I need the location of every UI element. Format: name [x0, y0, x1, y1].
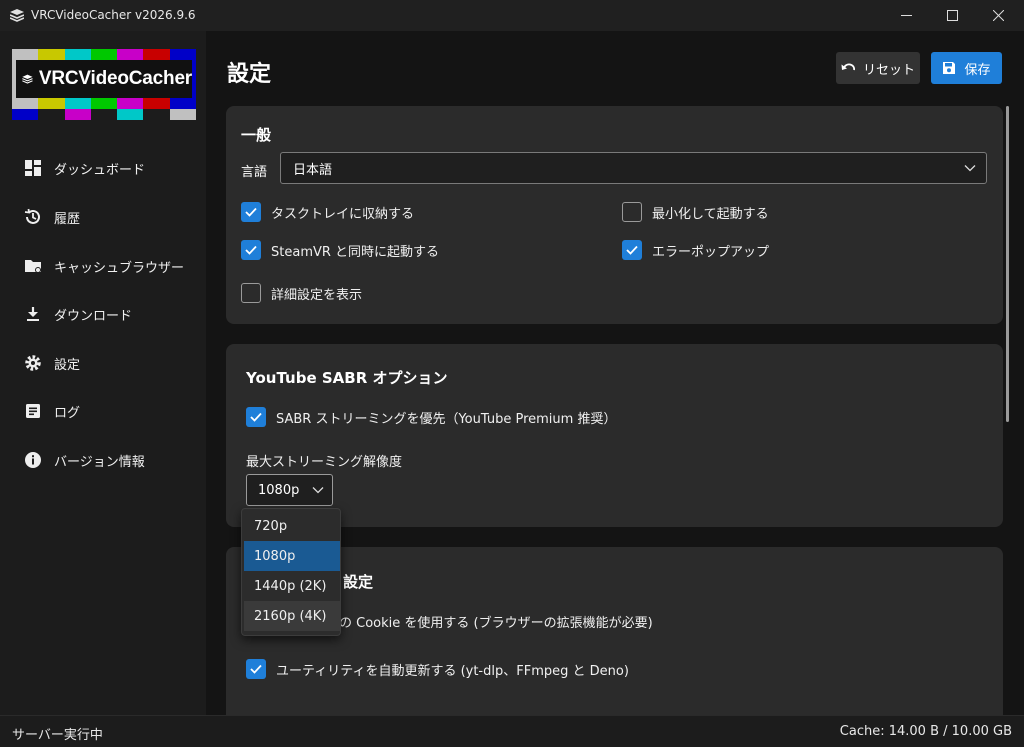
gear-icon [25, 355, 41, 371]
folder-icon [25, 260, 41, 273]
checkmark-icon [250, 412, 262, 422]
sidebar-item-log[interactable]: ログ [0, 391, 206, 431]
dropdown-option[interactable]: 1440p (2K) [244, 571, 340, 601]
logo-color-bar [117, 109, 144, 120]
dropdown-option[interactable]: 720p [244, 511, 340, 541]
language-select[interactable]: 日本語 [280, 152, 987, 184]
sidebar-item-dashboard[interactable]: ダッシュボード [0, 148, 206, 188]
logo-color-bar [64, 109, 91, 120]
resolution-select[interactable]: 1080p [246, 474, 333, 506]
chevron-down-icon [964, 165, 976, 172]
sidebar-item-about[interactable]: バージョン情報 [0, 440, 206, 480]
language-label: 言語 [241, 165, 268, 180]
checkbox-box[interactable] [622, 240, 642, 260]
info-icon [25, 452, 41, 468]
checkbox-advanced[interactable]: 詳細設定を表示 [241, 283, 362, 303]
checkbox-label: SteamVR と同時に起動する [271, 244, 440, 260]
checkbox-cookie[interactable]: の Cookie を使用する (ブラウザーの拡張機能が必要) [339, 612, 653, 631]
checkbox-box[interactable] [246, 659, 266, 679]
sidebar-item-label: ログ [54, 405, 81, 421]
log-icon [26, 404, 40, 418]
sidebar-item-cache-browser[interactable]: キャッシュブラウザー [0, 246, 206, 286]
general-settings-card: 一般 言語 日本語 タスクトレイに収納する 最小化して起動する SteamVR … [226, 106, 1003, 324]
logo-color-bar [90, 109, 118, 120]
logo-color-bar [38, 109, 65, 120]
save-label: 保存 [964, 62, 991, 78]
history-icon [24, 208, 40, 224]
save-icon [943, 62, 956, 74]
checkbox-box[interactable] [241, 240, 261, 260]
checkbox-box[interactable] [622, 202, 642, 222]
checkmark-icon [245, 245, 257, 255]
checkmark-icon [245, 207, 257, 217]
sidebar-item-settings[interactable]: 設定 [0, 343, 206, 383]
cache-status: Cache: 14.00 B / 10.00 GB [839, 724, 1012, 739]
window-title: VRCVideoCacher v2026.9.6 [31, 8, 196, 22]
reset-label: リセット [862, 62, 915, 78]
minimize-icon [900, 15, 912, 16]
checkbox-box[interactable] [241, 283, 261, 303]
checkbox-prefer-sabr[interactable]: SABR ストリーミングを優先（YouTube Premium 推奨） [246, 407, 616, 427]
sidebar-item-label: キャッシュブラウザー [54, 260, 185, 276]
resolution-label: 最大ストリーミング解像度 [246, 455, 403, 470]
status-bar: サーバー実行中 Cache: 14.00 B / 10.00 GB [0, 715, 1024, 747]
sidebar-item-label: ダウンロード [54, 308, 133, 324]
checkbox-error-popup[interactable]: エラーポップアップ [622, 240, 769, 260]
sidebar-item-label: 設定 [54, 357, 81, 373]
minimize-button[interactable] [883, 0, 929, 31]
checkbox-start-minimized[interactable]: 最小化して起動する [622, 202, 769, 222]
save-button[interactable]: 保存 [931, 52, 1002, 84]
checkbox-label: ユーティリティを自動更新する (yt-dlp、FFmpeg と Deno) [276, 663, 629, 679]
checkmark-icon [250, 664, 262, 674]
checkbox-tray[interactable]: タスクトレイに収納する [241, 202, 414, 222]
dropdown-option[interactable]: 2160p (4K) [244, 601, 340, 631]
checkbox-auto-update[interactable]: ユーティリティを自動更新する (yt-dlp、FFmpeg と Deno) [246, 659, 629, 679]
checkmark-icon [626, 245, 638, 255]
reset-button[interactable]: リセット [836, 52, 920, 84]
checkbox-label: SABR ストリーミングを優先（YouTube Premium 推奨） [276, 411, 617, 427]
sidebar-item-label: バージョン情報 [54, 454, 145, 470]
close-icon [992, 10, 1004, 21]
dropdown-option[interactable]: 1080p [244, 541, 340, 571]
checkbox-label: の Cookie を使用する (ブラウザーの拡張機能が必要) [339, 616, 653, 631]
app-logo: VRCVideoCacher [12, 49, 196, 120]
title-bar: VRCVideoCacher v2026.9.6 [0, 0, 1024, 31]
logo-badge: VRCVideoCacher [16, 60, 192, 98]
maximize-icon [946, 10, 958, 21]
dashboard-icon [25, 160, 41, 176]
checkbox-steamvr[interactable]: SteamVR と同時に起動する [241, 240, 439, 260]
section-heading: YouTube SABR オプション [246, 369, 448, 387]
section-heading: 一般 [241, 126, 272, 144]
logo-color-bar [169, 109, 196, 120]
sidebar-item-label: ダッシュボード [54, 162, 146, 178]
section-heading: 設定 [343, 573, 374, 591]
checkbox-label: タスクトレイに収納する [271, 206, 415, 222]
sidebar-item-download[interactable]: ダウンロード [0, 294, 206, 334]
checkbox-label: 最小化して起動する [652, 206, 769, 222]
stack-icon [22, 74, 33, 84]
page-title: 設定 [227, 62, 272, 87]
checkbox-label: 詳細設定を表示 [271, 287, 363, 303]
close-button[interactable] [975, 0, 1021, 31]
resolution-value: 1080p [258, 482, 300, 498]
download-icon [27, 307, 39, 321]
server-status: サーバー実行中 [12, 728, 103, 743]
sidebar-item-history[interactable]: 履歴 [0, 197, 206, 237]
scrollbar[interactable] [1006, 106, 1009, 422]
sidebar-item-label: 履歴 [54, 211, 81, 227]
sabr-options-card: YouTube SABR オプション SABR ストリーミングを優先（YouTu… [226, 344, 1003, 527]
checkbox-box[interactable] [246, 407, 266, 427]
chevron-down-icon [312, 487, 324, 494]
advanced-settings-card: 設定 の Cookie を使用する (ブラウザーの拡張機能が必要) ユーティリテ… [226, 547, 1003, 715]
maximize-button[interactable] [929, 0, 975, 31]
stack-icon [10, 9, 24, 22]
undo-icon [841, 63, 855, 71]
logo-color-bar [12, 109, 39, 120]
checkbox-box[interactable] [241, 202, 261, 222]
logo-color-bar [143, 109, 170, 120]
resolution-dropdown: 720p 1080p 1440p (2K) 2160p (4K) [241, 508, 341, 636]
language-value: 日本語 [293, 162, 333, 178]
checkbox-label: エラーポップアップ [652, 244, 770, 260]
logo-text: VRCVideoCacher [38, 68, 192, 89]
